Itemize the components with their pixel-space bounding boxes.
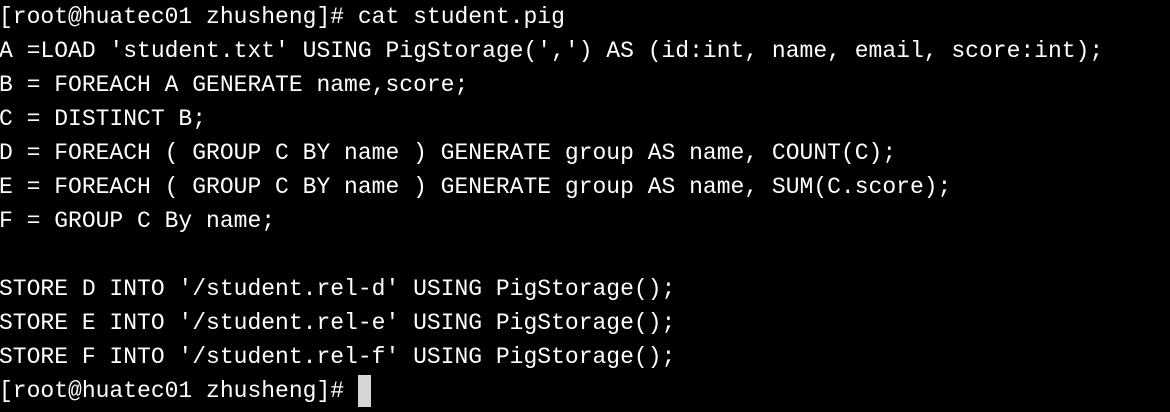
output-line: E = FOREACH ( GROUP C BY name ) GENERATE… (0, 174, 952, 200)
output-line: A =LOAD 'student.txt' USING PigStorage('… (0, 38, 1104, 64)
output-line: F = GROUP C By name; (0, 208, 276, 234)
output-line-blank (0, 238, 1170, 272)
command-line: [root@huatec01 zhusheng]# cat student.pi… (0, 0, 1170, 34)
text-cursor (358, 375, 372, 407)
output-line: STORE F INTO '/student.rel-f' USING PigS… (0, 344, 676, 370)
shell-prompt: [root@huatec01 zhusheng]# (0, 378, 345, 404)
output-line: D = FOREACH ( GROUP C BY name ) GENERATE… (0, 140, 897, 166)
output-line: STORE E INTO '/student.rel-e' USING PigS… (0, 310, 676, 336)
output-line: STORE D INTO '/student.rel-d' USING PigS… (0, 276, 676, 302)
terminal-window[interactable]: [root@huatec01 zhusheng]# cat student.pi… (0, 0, 1170, 412)
command-text: cat student.pig (357, 4, 565, 30)
active-prompt-line[interactable]: [root@huatec01 zhusheng]# (0, 374, 1170, 408)
output-line: B = FOREACH A GENERATE name,score; (0, 72, 469, 98)
shell-prompt: [root@huatec01 zhusheng]# (0, 4, 345, 30)
output-line: C = DISTINCT B; (0, 106, 207, 132)
